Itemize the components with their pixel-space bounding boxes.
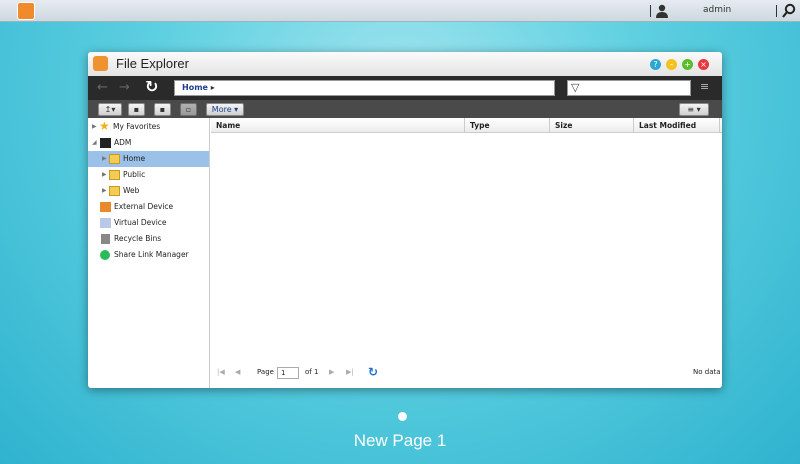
upload-button[interactable]: ↥▾ xyxy=(98,103,122,116)
tree-item-home[interactable]: ▶ Home xyxy=(88,151,209,167)
list-options-icon[interactable]: ≡ xyxy=(700,80,709,93)
folder-tree: ▶ ★ My Favorites ◢ ADM ▶ Home ▶ Public ▶ Web E… xyxy=(88,118,210,388)
breadcrumb-home[interactable]: Home xyxy=(182,83,208,92)
grid-header: Name Type Size Last Modified xyxy=(211,118,722,133)
app-icon[interactable] xyxy=(17,2,35,20)
tree-item-label: Web xyxy=(123,186,140,195)
tree-item-label: ADM xyxy=(114,138,132,147)
page-indicator-dot[interactable] xyxy=(398,412,407,421)
user-icon[interactable] xyxy=(656,4,668,18)
tree-item-label: Home xyxy=(123,154,146,163)
new-subfolder-button[interactable]: ▪ xyxy=(154,103,171,116)
page-count: of 1 xyxy=(305,368,319,376)
page-input[interactable]: 1 xyxy=(277,367,299,379)
column-size[interactable]: Size xyxy=(550,118,634,133)
properties-button[interactable]: ▫ xyxy=(180,103,197,116)
more-label: More xyxy=(211,105,232,114)
last-page-icon[interactable]: ▶| xyxy=(346,368,354,376)
column-name[interactable]: Name xyxy=(211,118,465,133)
tree-item-label: External Device xyxy=(114,202,174,211)
tree-item-share-link-manager[interactable]: Share Link Manager xyxy=(88,247,209,263)
divider xyxy=(650,5,651,17)
filter-icon: ▽ xyxy=(571,81,580,94)
username[interactable]: admin xyxy=(703,5,731,15)
help-icon[interactable]: ? xyxy=(650,59,661,70)
prev-page-icon[interactable]: ◀ xyxy=(235,368,240,376)
folder-icon xyxy=(109,154,120,164)
toolbar: ↥▾ ▪ ▪ ▫ More ▾ ≡ ▾ xyxy=(88,100,722,118)
first-page-icon[interactable]: |◀ xyxy=(217,368,225,376)
tree-item-my-favorites[interactable]: ▶ ★ My Favorites xyxy=(88,119,209,135)
nas-icon xyxy=(100,138,111,148)
back-icon[interactable]: ← xyxy=(97,80,108,95)
new-folder-button[interactable]: ▪ xyxy=(128,103,145,116)
tree-item-label: Share Link Manager xyxy=(114,250,189,259)
divider xyxy=(776,5,777,17)
external-device-icon xyxy=(100,202,111,212)
trash-icon xyxy=(101,234,110,244)
view-mode-button[interactable]: ≡ ▾ xyxy=(679,103,709,116)
maximize-icon[interactable]: + xyxy=(682,59,693,70)
column-type[interactable]: Type xyxy=(465,118,550,133)
tree-item-external-device[interactable]: External Device xyxy=(88,199,209,215)
filter-input[interactable]: ▽ xyxy=(567,80,691,96)
next-page-icon[interactable]: ▶ xyxy=(329,368,334,376)
share-icon xyxy=(100,250,110,260)
address-bar[interactable]: Home ▸ xyxy=(174,80,555,96)
navigation-bar: ← → ↻ Home ▸ ▽ ≡ xyxy=(88,76,722,100)
more-button[interactable]: More ▾ xyxy=(206,103,244,116)
title-bar[interactable]: File Explorer ? – + × xyxy=(88,52,722,76)
tree-item-label: Recycle Bins xyxy=(114,234,162,243)
no-data-status: No data xyxy=(693,368,721,376)
breadcrumb-separator: ▸ xyxy=(210,83,215,92)
tree-item-public[interactable]: ▶ Public xyxy=(88,167,209,183)
tree-item-label: My Favorites xyxy=(113,122,161,131)
tree-item-virtual-device[interactable]: Virtual Device xyxy=(88,215,209,231)
window-title: File Explorer xyxy=(116,56,189,71)
file-explorer-window: File Explorer ? – + × ← → ↻ Home ▸ ▽ ≡ ↥… xyxy=(88,52,722,388)
star-icon: ★ xyxy=(99,119,110,133)
tree-item-recycle-bins[interactable]: Recycle Bins xyxy=(88,231,209,247)
search-icon[interactable] xyxy=(782,3,796,19)
minimize-icon[interactable]: – xyxy=(666,59,677,70)
refresh-icon[interactable]: ↻ xyxy=(145,77,158,96)
folder-icon xyxy=(109,186,120,196)
top-bar: admin xyxy=(0,0,800,22)
forward-icon[interactable]: → xyxy=(119,80,130,95)
pagination-bar: |◀ ◀ Page 1 of 1 ▶ ▶| ↻ No data xyxy=(211,364,722,384)
tree-item-label: Public xyxy=(123,170,146,179)
tree-item-label: Virtual Device xyxy=(114,218,167,227)
column-last-modified[interactable]: Last Modified xyxy=(634,118,720,133)
tree-item-web[interactable]: ▶ Web xyxy=(88,183,209,199)
file-grid: Name Type Size Last Modified |◀ ◀ Page 1… xyxy=(211,118,722,388)
desktop-page-name: New Page 1 xyxy=(353,431,447,450)
refresh-icon[interactable]: ↻ xyxy=(368,365,378,379)
tree-item-adm[interactable]: ◢ ADM xyxy=(88,135,209,151)
folder-icon xyxy=(109,170,120,180)
page-label: Page xyxy=(257,368,274,376)
close-icon[interactable]: × xyxy=(698,59,709,70)
file-explorer-icon xyxy=(93,56,108,71)
virtual-device-icon xyxy=(100,218,111,228)
